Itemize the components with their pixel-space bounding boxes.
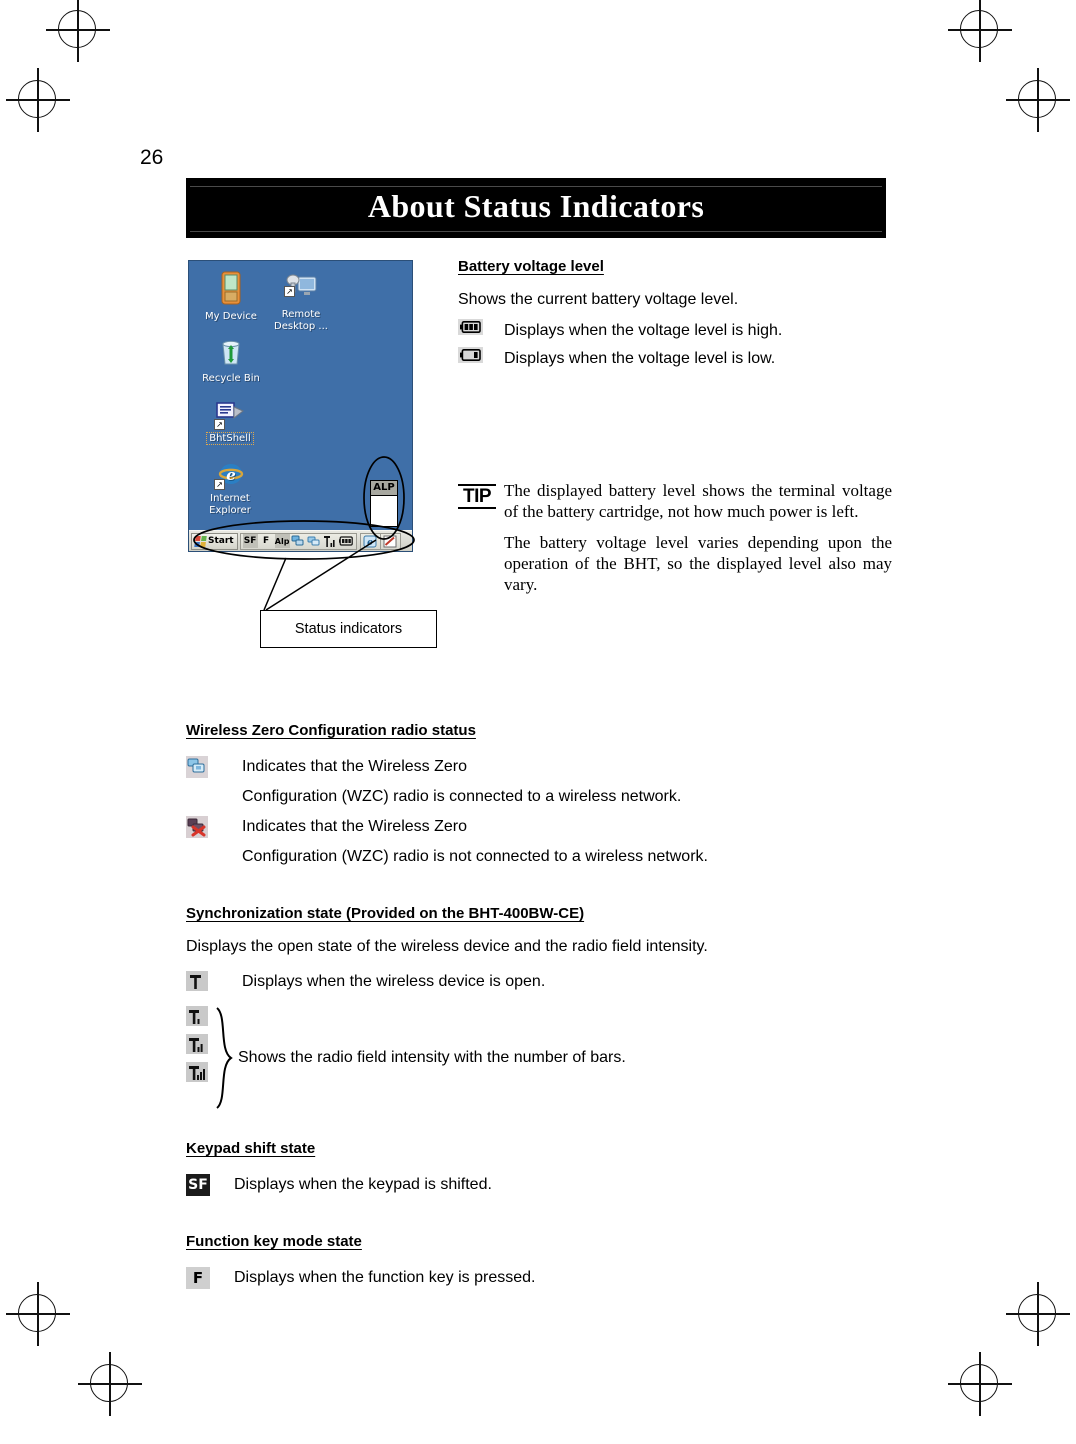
signal-3-bars-icon xyxy=(186,1062,208,1082)
wzc-connected-icon-cell xyxy=(186,755,242,778)
wzc-disconnected-continuation: Configuration (WZC) radio is not connect… xyxy=(242,848,708,865)
battery-high-text: Displays when the voltage level is high. xyxy=(504,322,783,339)
banner-hairline-bottom xyxy=(190,231,882,232)
tip-icon: TIP xyxy=(458,484,496,509)
function-f-icon: F xyxy=(186,1267,210,1289)
wzc-section: Wireless Zero Configuration radio status… xyxy=(186,722,892,869)
banner-hairline-top xyxy=(190,186,882,187)
sync-open-row: Displays when the wireless device is ope… xyxy=(186,970,892,994)
callout-leader-2 xyxy=(265,539,377,611)
page-content: About Status Indicators My Device ↗ Remo… xyxy=(186,178,892,1296)
page-title: About Status Indicators xyxy=(367,188,705,224)
function-f-icon-cell: F xyxy=(186,1266,234,1289)
registration-mark-top-left-outer xyxy=(46,0,110,62)
tip-mark-cell: TIP xyxy=(458,480,504,509)
battery-high-row: Displays when the voltage level is high. xyxy=(458,319,892,343)
signal-bars-text: Shows the radio field intensity with the… xyxy=(238,1049,626,1066)
wzc-connected-text: Indicates that the Wireless Zero xyxy=(242,758,467,775)
callout-leader-1 xyxy=(263,557,287,611)
function-key-row: F Displays when the function key is pres… xyxy=(186,1266,892,1290)
registration-mark-bottom-right-outer xyxy=(948,1352,1012,1416)
keypad-shift-text: Displays when the keypad is shifted. xyxy=(234,1176,492,1193)
battery-low-row: Displays when the voltage level is low. xyxy=(458,347,892,371)
registration-mark-bottom-left-inner xyxy=(6,1282,70,1346)
tip-paragraph-2: The battery voltage level varies dependi… xyxy=(504,533,892,594)
sync-section-heading: Synchronization state (Provided on the B… xyxy=(186,905,585,922)
battery-high-icon-cell xyxy=(458,319,504,335)
top-section: My Device ↗ Remote Desktop ... Recycle B… xyxy=(186,258,892,678)
keypad-section-heading: Keypad shift state xyxy=(186,1140,316,1157)
wzc-disconnected-text: Indicates that the Wireless Zero xyxy=(242,818,467,835)
wzc-disconnected-row: Indicates that the Wireless Zero xyxy=(186,815,892,839)
battery-low-icon-cell xyxy=(458,347,504,363)
battery-section-heading: Battery voltage level xyxy=(458,258,604,275)
wzc-section-heading: Wireless Zero Configuration radio status xyxy=(186,722,476,739)
sync-section-intro: Displays the open state of the wireless … xyxy=(186,938,708,955)
function-key-section: Function key mode state F Displays when … xyxy=(186,1233,892,1290)
function-section-heading: Function key mode state xyxy=(186,1233,362,1250)
battery-low-text: Displays when the voltage level is low. xyxy=(504,350,776,367)
keypad-shift-section: Keypad shift state SF Displays when the … xyxy=(186,1140,892,1197)
callout-label-box: Status indicators xyxy=(260,610,437,648)
signal-bars-column xyxy=(186,1006,208,1110)
shift-sf-icon: SF xyxy=(186,1174,210,1196)
wzc-disconnected-icon xyxy=(186,816,208,838)
battery-low-icon xyxy=(458,347,483,363)
page-number: 26 xyxy=(140,146,164,169)
wzc-disconnected-icon-cell xyxy=(186,815,242,838)
battery-section-intro: Shows the current battery voltage level. xyxy=(458,291,739,308)
battery-voltage-section: Battery voltage level Shows the current … xyxy=(458,258,892,375)
signal-2-bars-icon xyxy=(186,1034,208,1054)
antenna-open-icon xyxy=(186,971,208,991)
page-title-banner: About Status Indicators xyxy=(186,178,886,238)
signal-1-bar-icon xyxy=(186,1006,208,1026)
wzc-connected-continuation: Configuration (WZC) radio is connected t… xyxy=(242,788,682,805)
registration-mark-bottom-right-inner xyxy=(1006,1282,1070,1346)
battery-full-icon xyxy=(458,319,483,335)
sync-open-text: Displays when the wireless device is ope… xyxy=(242,973,546,990)
callout-ellipse-taskbar xyxy=(193,520,415,560)
keypad-shift-row: SF Displays when the keypad is shifted. xyxy=(186,1173,892,1197)
registration-mark-top-right-outer xyxy=(948,0,1012,62)
registration-mark-top-left-inner xyxy=(6,68,70,132)
registration-mark-top-right-inner xyxy=(1006,68,1070,132)
signal-bars-group: Shows the radio field intensity with the… xyxy=(186,1006,892,1110)
tip-text: The displayed battery level shows the te… xyxy=(504,480,892,595)
registration-mark-bottom-left-outer xyxy=(78,1352,142,1416)
signal-bars-brace xyxy=(214,1006,234,1110)
sync-section: Synchronization state (Provided on the B… xyxy=(186,905,892,1110)
function-key-text: Displays when the function key is presse… xyxy=(234,1269,536,1286)
shift-sf-icon-cell: SF xyxy=(186,1173,234,1196)
tip-block: TIP The displayed battery level shows th… xyxy=(458,480,892,595)
tip-paragraph-1: The displayed battery level shows the te… xyxy=(504,481,892,521)
wzc-connected-icon xyxy=(186,756,208,778)
antenna-open-icon-cell xyxy=(186,970,242,991)
wzc-connected-row: Indicates that the Wireless Zero xyxy=(186,755,892,779)
callout-label: Status indicators xyxy=(294,621,403,637)
